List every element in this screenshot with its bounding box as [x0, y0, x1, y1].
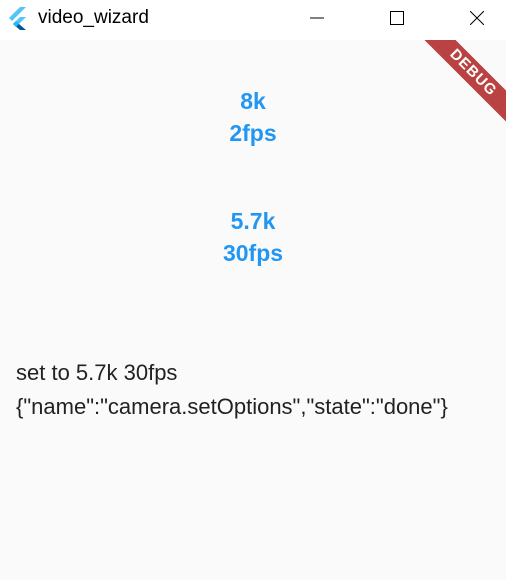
window-title: video_wizard [38, 7, 149, 28]
title-bar[interactable]: video_wizard [0, 0, 506, 40]
close-icon [470, 11, 484, 25]
close-button[interactable] [454, 0, 500, 36]
option-fps-label: 2fps [229, 120, 277, 146]
option-resolution-label: 5.7k [230, 208, 276, 234]
minimize-button[interactable] [294, 0, 340, 36]
minimize-icon [310, 17, 324, 19]
option-resolution-label: 8k [240, 88, 266, 114]
app-content: 8k 2fps 5.7k 30fps set to 5.7k 30fps {"n… [0, 40, 506, 580]
status-message: set to 5.7k 30fps [16, 360, 178, 385]
maximize-icon [390, 11, 404, 25]
option-fps-label: 30fps [222, 240, 284, 266]
flutter-logo-icon [9, 7, 26, 30]
option-8k-2fps-button[interactable]: 8k 2fps [0, 85, 506, 149]
status-response: {"name":"camera.setOptions","state":"don… [16, 394, 448, 419]
status-output: set to 5.7k 30fps {"name":"camera.setOpt… [16, 356, 448, 424]
option-5.7k-30fps-button[interactable]: 5.7k 30fps [0, 205, 506, 269]
maximize-button[interactable] [374, 0, 420, 36]
